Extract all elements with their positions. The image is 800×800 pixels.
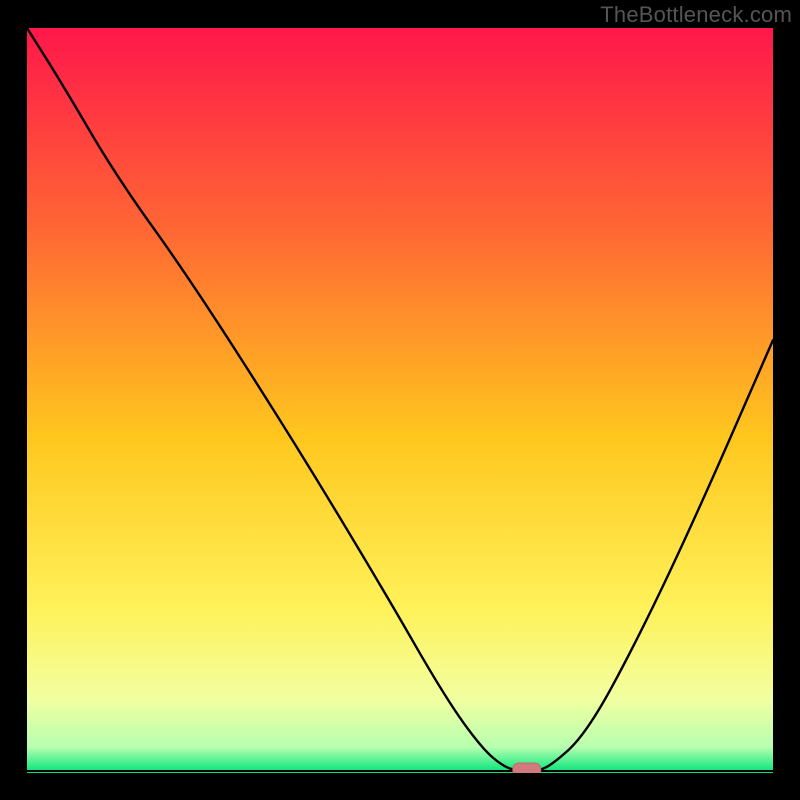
- gradient-background: [27, 28, 773, 773]
- plot-area: [27, 28, 773, 773]
- chart-frame: TheBottleneck.com: [0, 0, 800, 800]
- watermark-label: TheBottleneck.com: [600, 2, 792, 28]
- chart-svg: [27, 28, 773, 773]
- optimal-marker: [513, 763, 541, 773]
